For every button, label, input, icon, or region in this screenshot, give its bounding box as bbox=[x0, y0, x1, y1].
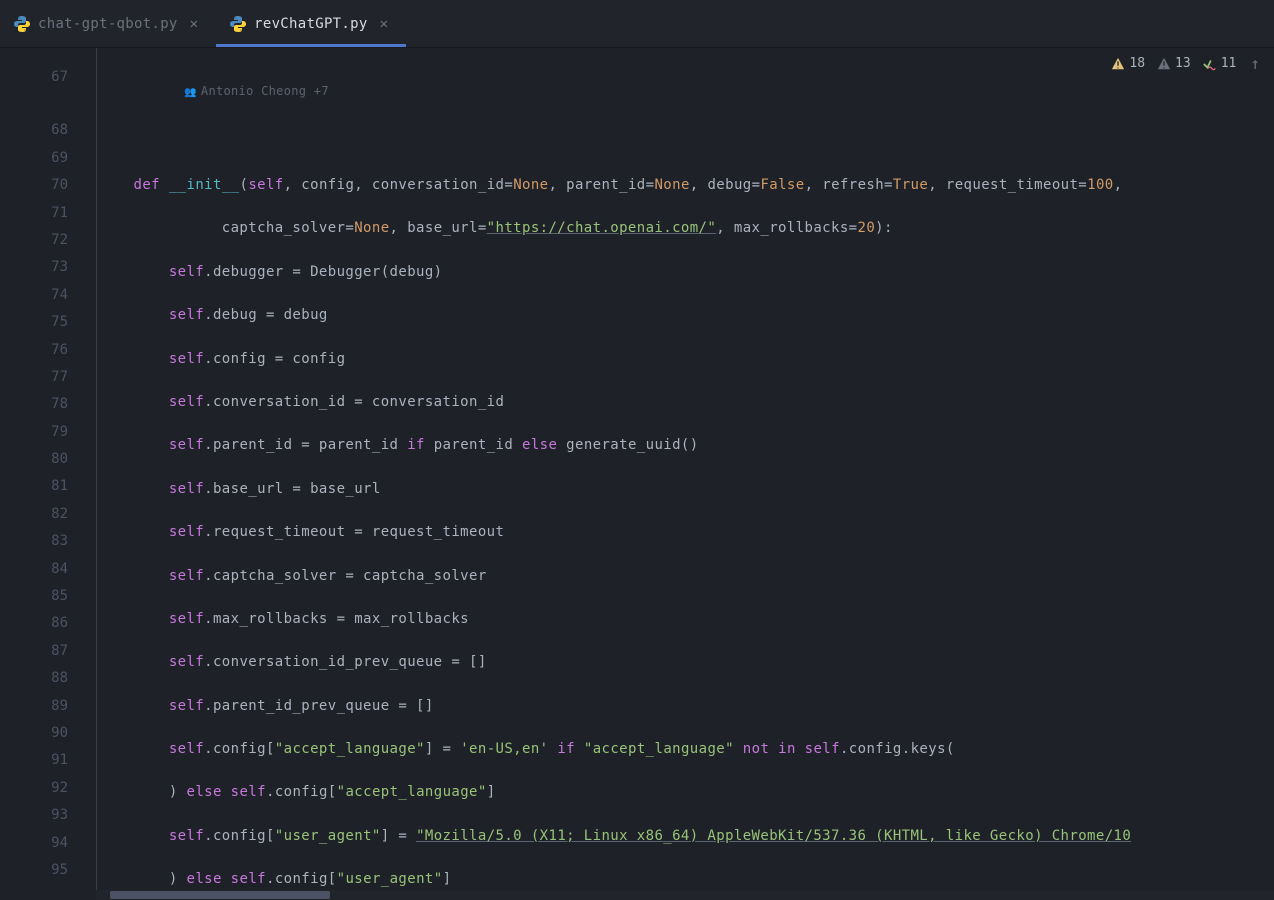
close-icon[interactable]: ✕ bbox=[186, 14, 202, 34]
line-number: 76 bbox=[0, 337, 68, 364]
code-line: self.conversation_id_prev_queue = [] bbox=[97, 649, 1274, 676]
scrollbar-thumb[interactable] bbox=[110, 891, 330, 899]
tab-bar: chat-gpt-qbot.py ✕ revChatGPT.py ✕ bbox=[0, 0, 1274, 48]
inspections-widget[interactable]: 18 13 11 ↑ bbox=[1111, 54, 1260, 73]
warnings-yellow[interactable]: 18 bbox=[1111, 56, 1145, 71]
typo-icon bbox=[1203, 57, 1217, 71]
line-number: 82 bbox=[0, 501, 68, 528]
code-line: def __init__(self, config, conversation_… bbox=[97, 172, 1274, 199]
line-number: 93 bbox=[0, 802, 68, 829]
tab-label: revChatGPT.py bbox=[254, 16, 367, 32]
line-number: 83 bbox=[0, 528, 68, 555]
line-number: 73 bbox=[0, 254, 68, 281]
python-icon bbox=[230, 16, 246, 32]
tab-label: chat-gpt-qbot.py bbox=[38, 16, 178, 32]
code-line: self.parent_id_prev_queue = [] bbox=[97, 693, 1274, 720]
code-line: self.debugger = Debugger(debug) bbox=[97, 259, 1274, 286]
scroll-top-icon[interactable]: ↑ bbox=[1248, 54, 1260, 73]
line-number: 91 bbox=[0, 747, 68, 774]
line-number: 88 bbox=[0, 665, 68, 692]
horizontal-scrollbar[interactable] bbox=[96, 890, 1274, 900]
code-line: self.captcha_solver = captcha_solver bbox=[97, 563, 1274, 590]
line-number: 85 bbox=[0, 583, 68, 610]
line-number: 68 bbox=[0, 117, 68, 144]
editor: 18 13 11 ↑ 67686970717273747576777879808… bbox=[0, 48, 1274, 900]
line-number: 77 bbox=[0, 364, 68, 391]
author-codelens[interactable]: 👥Antonio Cheong +7 bbox=[139, 70, 329, 112]
line-number: 71 bbox=[0, 200, 68, 227]
code-line: self.base_url = base_url bbox=[97, 476, 1274, 503]
code-line: self.config["accept_language"] = 'en-US,… bbox=[97, 736, 1274, 763]
code-line: ) else self.config["accept_language"] bbox=[97, 779, 1274, 806]
line-number: 86 bbox=[0, 610, 68, 637]
warnings-grey[interactable]: 13 bbox=[1157, 56, 1191, 71]
close-icon[interactable]: ✕ bbox=[376, 14, 392, 34]
line-number: 78 bbox=[0, 391, 68, 418]
line-number: 72 bbox=[0, 227, 68, 254]
code-line: self.config = config bbox=[97, 346, 1274, 373]
code-line: self.max_rollbacks = max_rollbacks bbox=[97, 606, 1274, 633]
line-number: 95 bbox=[0, 857, 68, 884]
code-line: captcha_solver=None, base_url="https://c… bbox=[97, 215, 1274, 242]
warning-weak-icon bbox=[1157, 57, 1171, 71]
warning-icon bbox=[1111, 57, 1125, 71]
line-gutter: 67 68697071727374757677787980818283848586… bbox=[0, 48, 96, 900]
line-number: 90 bbox=[0, 720, 68, 747]
line-number: 81 bbox=[0, 473, 68, 500]
python-icon bbox=[14, 16, 30, 32]
line-number: 80 bbox=[0, 446, 68, 473]
code-area[interactable]: 👥Antonio Cheong +7 def __init__(self, co… bbox=[96, 48, 1274, 900]
line-number: 89 bbox=[0, 693, 68, 720]
line-number: 79 bbox=[0, 419, 68, 446]
line-number: 84 bbox=[0, 556, 68, 583]
code-line: self.debug = debug bbox=[97, 302, 1274, 329]
line-number: 74 bbox=[0, 282, 68, 309]
tab-chat-gpt-qbot[interactable]: chat-gpt-qbot.py ✕ bbox=[0, 0, 216, 47]
code-line: self.conversation_id = conversation_id bbox=[97, 389, 1274, 416]
person-icon: 👥 bbox=[184, 87, 197, 98]
tab-revchatgpt[interactable]: revChatGPT.py ✕ bbox=[216, 0, 406, 47]
code-line: self.request_timeout = request_timeout bbox=[97, 519, 1274, 546]
line-number: 87 bbox=[0, 638, 68, 665]
line-number: 94 bbox=[0, 830, 68, 857]
typos[interactable]: 11 bbox=[1203, 56, 1237, 71]
code-line: self.config["user_agent"] = "Mozilla/5.0… bbox=[97, 823, 1274, 850]
line-number: 92 bbox=[0, 775, 68, 802]
line-number: 69 bbox=[0, 145, 68, 172]
line-number: 67 bbox=[0, 64, 68, 91]
line-number: 70 bbox=[0, 172, 68, 199]
code-line: self.parent_id = parent_id if parent_id … bbox=[97, 432, 1274, 459]
line-number: 75 bbox=[0, 309, 68, 336]
